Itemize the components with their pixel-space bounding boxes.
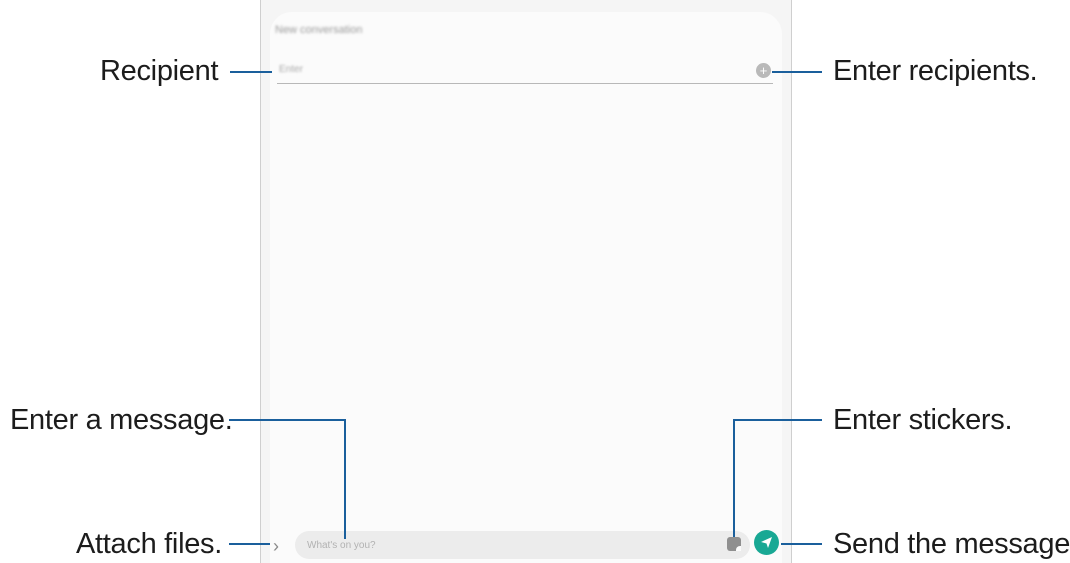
conversation-title: New conversation <box>275 24 363 36</box>
callout-line-enter-stickers-h <box>733 419 822 421</box>
recipient-placeholder: Enter <box>279 64 303 75</box>
callout-line-attach-files <box>229 543 270 545</box>
callout-enter-message: Enter a message. <box>10 404 233 436</box>
messages-compose-panel <box>270 12 782 563</box>
callout-line-recipient <box>230 71 272 73</box>
callout-line-enter-stickers-v <box>733 419 735 537</box>
send-icon <box>761 537 772 548</box>
message-input[interactable] <box>295 531 750 559</box>
callout-send-message: Send the message. <box>833 528 1070 560</box>
recipient-field[interactable]: Enter + <box>277 58 773 84</box>
add-circle-icon[interactable]: + <box>756 63 771 78</box>
callout-recipient: Recipient <box>100 55 219 87</box>
callout-line-enter-message-h <box>229 419 346 421</box>
sticker-icon[interactable] <box>727 537 741 551</box>
send-button[interactable] <box>754 530 779 555</box>
callout-enter-stickers: Enter stickers. <box>833 404 1013 436</box>
chevron-right-icon[interactable]: › <box>273 536 289 556</box>
callout-attach-files: Attach files. <box>76 528 222 560</box>
callout-line-send-message <box>781 543 822 545</box>
callout-line-enter-recipients <box>772 71 822 73</box>
phone-screen <box>260 0 792 563</box>
callout-enter-recipients: Enter recipients. <box>833 55 1038 87</box>
callout-line-enter-message-v <box>344 419 346 539</box>
